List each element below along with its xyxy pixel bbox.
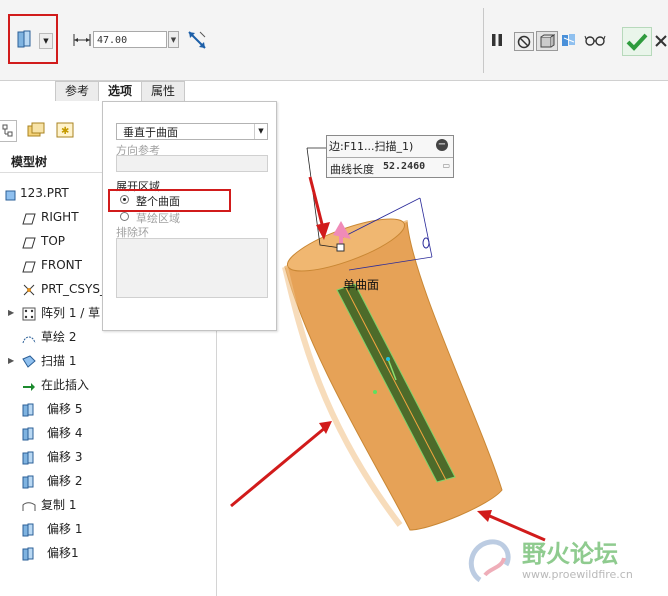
chevron-down-icon[interactable]: ▼ bbox=[168, 31, 179, 48]
sketch-area-radio[interactable] bbox=[120, 212, 129, 221]
curve-length-value[interactable]: 52.2460 bbox=[383, 161, 425, 172]
svg-text:✱: ✱ bbox=[61, 126, 69, 137]
confirm-check-icon[interactable] bbox=[622, 27, 652, 56]
tree-item-label: FRONT bbox=[41, 258, 82, 272]
tree-item-label: 草绘 2 bbox=[41, 330, 77, 344]
tree-item-label: 偏移 4 bbox=[47, 426, 83, 440]
offset-icon bbox=[22, 427, 36, 441]
tree-item-label: 复制 1 bbox=[41, 498, 77, 512]
tree-item-label: 123.PRT bbox=[20, 186, 69, 200]
whole-surface-radio[interactable] bbox=[120, 195, 129, 204]
tree-item-label: 偏移 3 bbox=[47, 450, 83, 464]
offset-icon bbox=[22, 475, 36, 489]
model-tree-tab-icon[interactable] bbox=[0, 120, 17, 142]
offset-type-value: 垂直于曲面 bbox=[123, 126, 178, 139]
glasses-preview-icon[interactable] bbox=[584, 32, 606, 48]
tree-item[interactable]: 偏移1 bbox=[0, 543, 215, 563]
forum-watermark: 野火论坛 www.proewildfire.cn bbox=[460, 528, 668, 596]
offset-icon bbox=[22, 403, 36, 417]
collapse-icon[interactable]: − bbox=[436, 139, 448, 151]
single-surface-label: 单曲面 bbox=[343, 278, 380, 292]
offset-distance-input[interactable]: 47.00 bbox=[93, 31, 167, 48]
model-tree-title: 模型树 bbox=[11, 155, 48, 169]
favorites-tab-icon[interactable]: ✱ bbox=[55, 120, 75, 140]
curve-length-label: 曲线长度 bbox=[330, 163, 374, 176]
coordinate-system-icon bbox=[22, 283, 36, 296]
unit-icon: ▭ bbox=[442, 161, 450, 170]
forum-title: 野火论坛 bbox=[522, 540, 618, 568]
tree-item[interactable]: 偏移 3 bbox=[0, 447, 215, 467]
tree-item[interactable]: ▶ 扫描 1 bbox=[0, 351, 215, 371]
tab-properties[interactable]: 属性 bbox=[141, 81, 186, 101]
insert-here-arrow-icon bbox=[22, 379, 36, 391]
tree-item-label: 阵列 1 / 草 bbox=[41, 306, 101, 320]
edge-reference-callout[interactable]: 边:F11...扫描_1) − 曲线长度 52.2460 ▭ bbox=[326, 135, 454, 178]
tree-item-label: 偏移 1 bbox=[47, 522, 83, 536]
forum-logo-icon bbox=[468, 539, 511, 583]
callout-divider bbox=[327, 157, 453, 158]
dashboard-tabs: 参考 选项 属性 bbox=[55, 81, 186, 102]
tree-item[interactable]: 在此插入 bbox=[0, 375, 215, 395]
offset-icon bbox=[22, 523, 36, 537]
expand-arrow-icon[interactable]: ▶ bbox=[8, 351, 14, 371]
part-icon bbox=[4, 187, 18, 201]
tree-item-label: TOP bbox=[41, 234, 66, 248]
tree-item-label: 扫描 1 bbox=[41, 354, 77, 368]
tree-item-label: 偏移1 bbox=[47, 546, 79, 560]
geometry-preview-icon[interactable] bbox=[536, 31, 558, 51]
flip-direction-icon[interactable] bbox=[184, 28, 210, 52]
copy-icon bbox=[22, 499, 36, 511]
tree-item[interactable]: 偏移 1 bbox=[0, 519, 215, 539]
navigator-tabs: ✱ bbox=[0, 118, 80, 144]
sweep-icon bbox=[22, 355, 36, 368]
forum-url: www.proewildfire.cn bbox=[522, 568, 633, 581]
toolbar-divider bbox=[483, 8, 484, 73]
datum-plane-icon bbox=[22, 211, 36, 225]
feature-preview-icon[interactable] bbox=[559, 31, 579, 49]
dropdown-arrow-icon[interactable]: ▼ bbox=[39, 33, 53, 49]
datum-plane-icon bbox=[22, 259, 36, 273]
folder-browser-tab-icon[interactable] bbox=[26, 120, 46, 140]
whole-surface-label[interactable]: 整个曲面 bbox=[136, 193, 180, 209]
tree-item-label: PRT_CSYS_ bbox=[41, 282, 106, 296]
datum-plane-icon bbox=[22, 235, 36, 249]
tree-item-label: 偏移 2 bbox=[47, 474, 83, 488]
tree-item-label: 偏移 5 bbox=[47, 402, 83, 416]
tab-options[interactable]: 选项 bbox=[98, 81, 143, 102]
tab-references[interactable]: 参考 bbox=[55, 81, 100, 101]
tree-item[interactable]: 偏移 5 bbox=[0, 399, 215, 419]
dimension-width-icon bbox=[72, 32, 92, 48]
feature-dashboard: ▼ 47.00 ▼ bbox=[0, 0, 668, 81]
pause-icon[interactable] bbox=[489, 32, 505, 48]
offset-icon bbox=[22, 451, 36, 465]
tree-item[interactable]: 复制 1 bbox=[0, 495, 215, 515]
sketch-icon bbox=[22, 331, 36, 344]
tree-item[interactable]: 偏移 4 bbox=[0, 423, 215, 443]
offset-icon bbox=[22, 547, 36, 561]
edge-reference-text: 边:F11...扫描_1) bbox=[329, 140, 414, 153]
tree-item-label: RIGHT bbox=[41, 210, 79, 224]
offset-feature-icon[interactable] bbox=[14, 28, 38, 52]
expand-arrow-icon[interactable]: ▶ bbox=[8, 303, 14, 323]
no-preview-icon[interactable] bbox=[514, 32, 534, 51]
tree-item-label: 在此插入 bbox=[41, 378, 90, 392]
cancel-x-icon[interactable] bbox=[654, 32, 668, 50]
tree-item[interactable]: 偏移 2 bbox=[0, 471, 215, 491]
pattern-icon bbox=[22, 307, 36, 321]
